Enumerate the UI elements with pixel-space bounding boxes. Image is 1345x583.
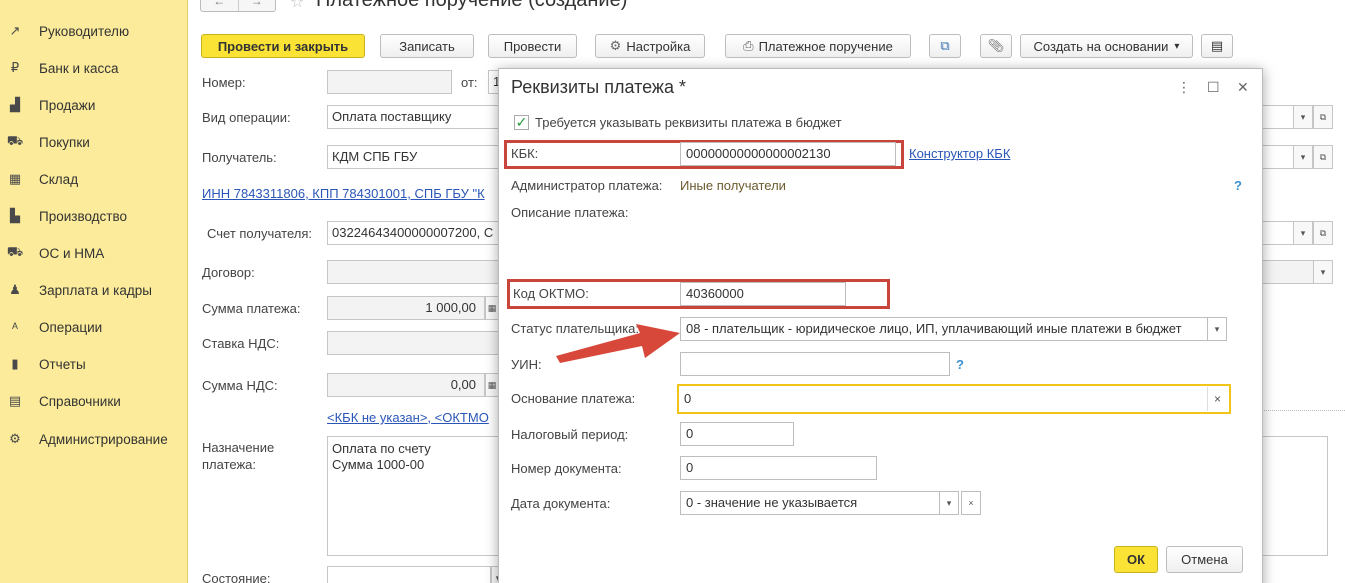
arrow-shape: [556, 324, 680, 363]
annotation-arrow: [556, 324, 680, 363]
